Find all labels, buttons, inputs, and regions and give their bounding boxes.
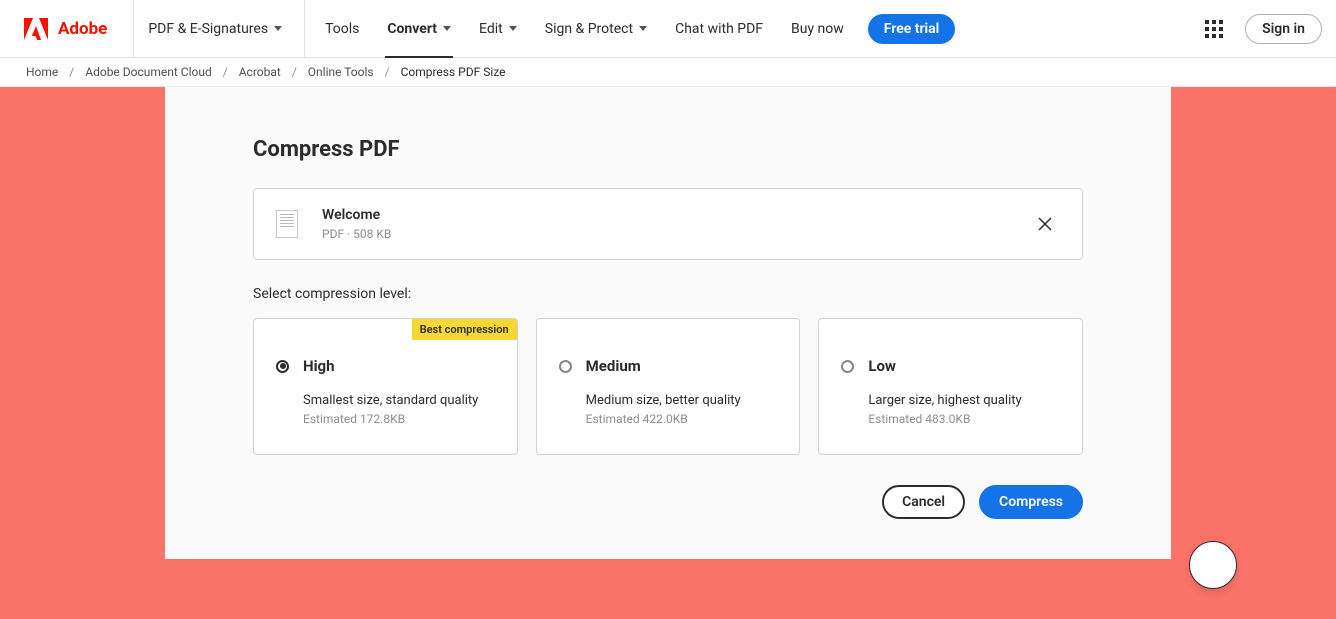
breadcrumb: Home/ Adobe Document Cloud/ Acrobat/ Onl… — [0, 58, 1336, 87]
level-low-est: Estimated 483.0KB — [868, 412, 1060, 426]
level-medium-desc: Medium size, better quality — [586, 393, 778, 408]
crumb-home[interactable]: Home — [26, 65, 58, 79]
file-name: Welcome — [322, 207, 1006, 223]
crumb-current: Compress PDF Size — [401, 65, 506, 79]
sign-in-button[interactable]: Sign in — [1245, 14, 1322, 44]
best-compression-tag: Best compression — [412, 319, 517, 340]
compression-levels: Best compression High Smallest size, sta… — [253, 318, 1083, 455]
nav-edit-label: Edit — [479, 21, 503, 37]
level-medium-name: Medium — [586, 357, 641, 375]
adobe-logo[interactable]: Adobe — [24, 0, 134, 57]
nav-sign-protect[interactable]: Sign & Protect — [531, 0, 661, 57]
nav-edit[interactable]: Edit — [465, 0, 531, 57]
level-low-name: Low — [868, 357, 896, 375]
actions: Cancel Compress — [253, 485, 1083, 519]
nav-pdf-esignatures[interactable]: PDF & E-Signatures — [134, 0, 305, 57]
compression-prompt: Select compression level: — [253, 286, 1083, 302]
crumb-online-tools[interactable]: Online Tools — [308, 65, 374, 79]
radio-medium[interactable] — [559, 360, 572, 373]
nav-buy-now[interactable]: Buy now — [777, 0, 858, 57]
document-icon — [276, 210, 298, 238]
level-low[interactable]: Low Larger size, highest quality Estimat… — [818, 318, 1083, 455]
top-nav: Adobe PDF & E-Signatures Tools Convert E… — [0, 0, 1336, 58]
nav-sign-protect-label: Sign & Protect — [545, 21, 633, 37]
level-high-desc: Smallest size, standard quality — [303, 393, 495, 408]
chevron-down-icon — [443, 26, 451, 31]
nav-convert-label: Convert — [387, 21, 437, 37]
chevron-down-icon — [509, 26, 517, 31]
brand-name: Adobe — [58, 19, 107, 39]
level-medium-est: Estimated 422.0KB — [586, 412, 778, 426]
page-title: Compress PDF — [253, 137, 1083, 162]
apps-grid-icon[interactable] — [1197, 12, 1231, 46]
compress-button[interactable]: Compress — [979, 485, 1083, 519]
file-card: Welcome PDF · 508 KB — [253, 188, 1083, 260]
remove-file-button[interactable] — [1030, 209, 1060, 239]
nav-chat-with-pdf[interactable]: Chat with PDF — [661, 0, 777, 57]
crumb-acrobat[interactable]: Acrobat — [239, 65, 281, 79]
chevron-down-icon — [274, 26, 282, 31]
main-panel: Compress PDF Welcome PDF · 508 KB Select… — [165, 87, 1171, 559]
crumb-doc-cloud[interactable]: Adobe Document Cloud — [85, 65, 212, 79]
level-medium[interactable]: Medium Medium size, better quality Estim… — [536, 318, 801, 455]
nav-tools[interactable]: Tools — [311, 0, 373, 57]
radio-low[interactable] — [841, 360, 854, 373]
stage: Compress PDF Welcome PDF · 508 KB Select… — [0, 87, 1336, 619]
level-high-name: High — [303, 357, 335, 375]
cancel-button[interactable]: Cancel — [882, 485, 965, 519]
free-trial-button[interactable]: Free trial — [868, 14, 956, 44]
close-icon — [1038, 217, 1052, 231]
file-meta: PDF · 508 KB — [322, 227, 1006, 241]
level-low-desc: Larger size, highest quality — [868, 393, 1060, 408]
help-fab[interactable] — [1189, 541, 1237, 589]
level-high[interactable]: Best compression High Smallest size, sta… — [253, 318, 518, 455]
nav-convert[interactable]: Convert — [373, 0, 465, 57]
radio-high[interactable] — [276, 360, 289, 373]
chevron-down-icon — [639, 26, 647, 31]
nav-pdf-esignatures-label: PDF & E-Signatures — [148, 21, 268, 37]
level-high-est: Estimated 172.8KB — [303, 412, 495, 426]
adobe-logo-icon — [24, 18, 48, 40]
